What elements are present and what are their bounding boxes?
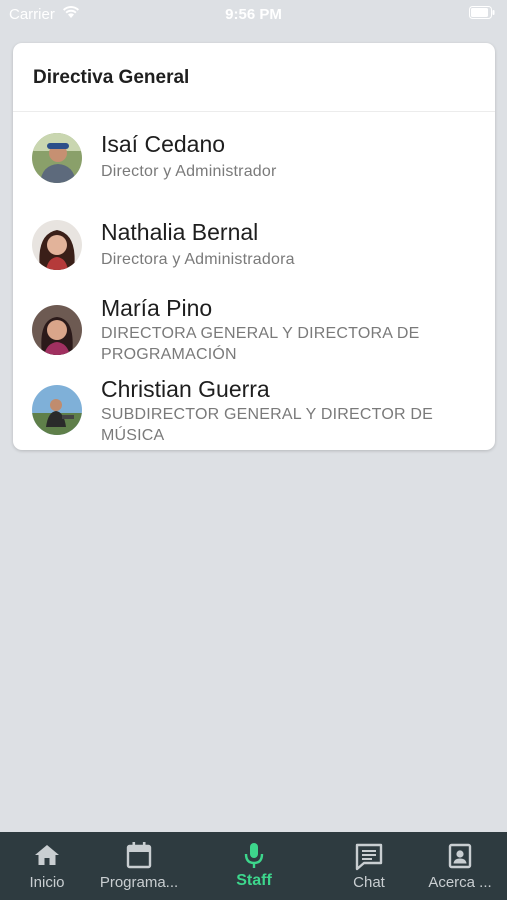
avatar	[32, 385, 82, 435]
avatar	[32, 220, 82, 270]
staff-name: Isaí Cedano	[101, 131, 226, 157]
tab-bar: Inicio Programa... Staff Chat Acerca ...	[0, 832, 507, 900]
staff-name: Nathalia Bernal	[101, 219, 259, 245]
person-photo-icon	[32, 385, 82, 435]
staff-row-maria-pino[interactable]: María Pino DIRECTORA GENERAL Y DIRECTORA…	[13, 293, 495, 368]
tab-programacion[interactable]: Programa...	[94, 832, 184, 900]
staff-role: Director y Administrador	[101, 163, 277, 180]
tab-label: Chat	[353, 874, 385, 891]
card-header: Directiva General	[13, 43, 495, 112]
staff-role: DIRECTORA GENERAL Y DIRECTORA DE PROGRAM…	[101, 325, 420, 363]
tab-label: Staff	[236, 872, 272, 889]
staff-name: María Pino	[101, 295, 213, 321]
battery-icon	[469, 6, 495, 19]
status-time: 9:56 PM	[225, 6, 282, 23]
person-photo-icon	[32, 305, 82, 355]
contact-card-icon	[448, 843, 472, 869]
microphone-icon	[244, 843, 264, 868]
staff-role: SUBDIRECTOR GENERAL Y DIRECTOR DE MÚSICA	[101, 406, 434, 444]
person-photo-icon	[32, 133, 82, 183]
staff-name: Christian Guerra	[101, 376, 270, 402]
avatar	[32, 305, 82, 355]
staff-card: Directiva General Isaí Cedano Director y…	[13, 43, 495, 450]
home-icon	[35, 845, 59, 865]
staff-row-isai-cedano[interactable]: Isaí Cedano Director y Administrador	[13, 123, 495, 193]
staff-row-christian-guerra[interactable]: Christian Guerra SUBDIRECTOR GENERAL Y D…	[13, 374, 495, 449]
tab-label: Inicio	[29, 874, 65, 891]
staff-row-nathalia-bernal[interactable]: Nathalia Bernal Directora y Administrado…	[13, 211, 495, 281]
tab-acerca[interactable]: Acerca ...	[413, 832, 507, 900]
status-bar: Carrier 9:56 PM	[0, 0, 507, 28]
tab-staff[interactable]: Staff	[207, 832, 301, 900]
staff-role: Directora y Administradora	[101, 251, 295, 268]
calendar-icon	[126, 842, 152, 869]
tab-label: Programa...	[99, 874, 179, 891]
avatar	[32, 133, 82, 183]
person-photo-icon	[32, 220, 82, 270]
staff-screen: Carrier 9:56 PM Directiva General Isaí C…	[0, 0, 507, 900]
tab-chat[interactable]: Chat	[322, 832, 416, 900]
chat-icon	[355, 843, 383, 871]
tab-label: Acerca ...	[428, 874, 492, 891]
tab-inicio[interactable]: Inicio	[0, 832, 94, 900]
card-title: Directiva General	[33, 67, 190, 88]
